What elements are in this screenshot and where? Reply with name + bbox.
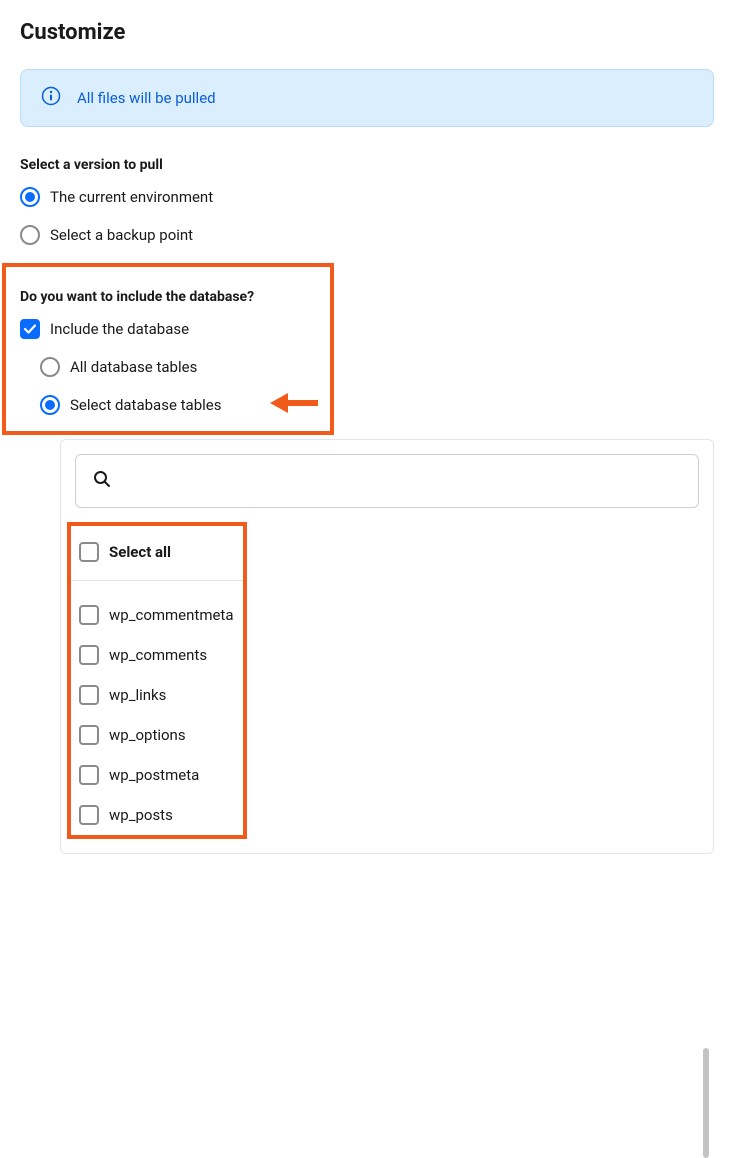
info-banner-text: All files will be pulled: [77, 89, 216, 107]
table-name: wp_options: [109, 726, 186, 744]
radio-label: Select database tables: [70, 396, 221, 414]
checkbox-icon: [20, 319, 40, 339]
table-name: wp_posts: [109, 806, 173, 824]
table-name: wp_links: [109, 686, 166, 704]
checkbox-icon: [79, 685, 99, 705]
radio-icon: [40, 395, 60, 415]
table-row[interactable]: wp_postmeta: [79, 755, 235, 795]
radio-icon: [20, 225, 40, 245]
radio-backup-point[interactable]: Select a backup point: [20, 225, 714, 245]
version-section-label: Select a version to pull: [20, 157, 714, 173]
annotation-arrow-icon: [270, 393, 318, 413]
page-title: Customize: [20, 20, 714, 45]
table-row[interactable]: wp_options: [79, 715, 235, 755]
radio-all-tables[interactable]: All database tables: [40, 357, 316, 377]
radio-current-environment[interactable]: The current environment: [20, 187, 714, 207]
checkbox-label: Include the database: [50, 320, 189, 338]
search-icon: [92, 469, 112, 493]
radio-label: Select a backup point: [50, 226, 193, 244]
radio-label: All database tables: [70, 358, 197, 376]
tables-panel: Select all wp_commentmeta wp_comments wp…: [60, 439, 714, 854]
table-name: wp_postmeta: [109, 766, 199, 784]
scrollbar-thumb[interactable]: [703, 1048, 709, 1158]
checkbox-icon: [79, 542, 99, 562]
radio-label: The current environment: [50, 188, 213, 206]
checkbox-icon: [79, 725, 99, 745]
table-row[interactable]: wp_posts: [79, 795, 235, 835]
table-name: wp_comments: [109, 646, 207, 664]
radio-icon: [20, 187, 40, 207]
table-row[interactable]: wp_links: [79, 675, 235, 715]
checkbox-select-all[interactable]: Select all: [79, 532, 235, 580]
checkbox-icon: [79, 645, 99, 665]
checkbox-icon: [79, 605, 99, 625]
checkbox-icon: [79, 805, 99, 825]
info-banner: All files will be pulled: [20, 69, 714, 127]
annotation-highlight-tables: Select all wp_commentmeta wp_comments wp…: [67, 522, 247, 839]
tables-list: wp_commentmeta wp_comments wp_links wp_o…: [71, 580, 243, 835]
table-row[interactable]: wp_commentmeta: [79, 595, 235, 635]
table-name: wp_commentmeta: [109, 606, 234, 624]
radio-icon: [40, 357, 60, 377]
table-row[interactable]: wp_comments: [79, 635, 235, 675]
annotation-highlight-database: Do you want to include the database? Inc…: [2, 263, 334, 435]
checkbox-include-database[interactable]: Include the database: [20, 319, 316, 339]
checkbox-icon: [79, 765, 99, 785]
select-all-label: Select all: [109, 543, 171, 561]
database-section-label: Do you want to include the database?: [20, 289, 316, 305]
search-input[interactable]: [75, 454, 699, 508]
info-icon: [41, 86, 61, 110]
